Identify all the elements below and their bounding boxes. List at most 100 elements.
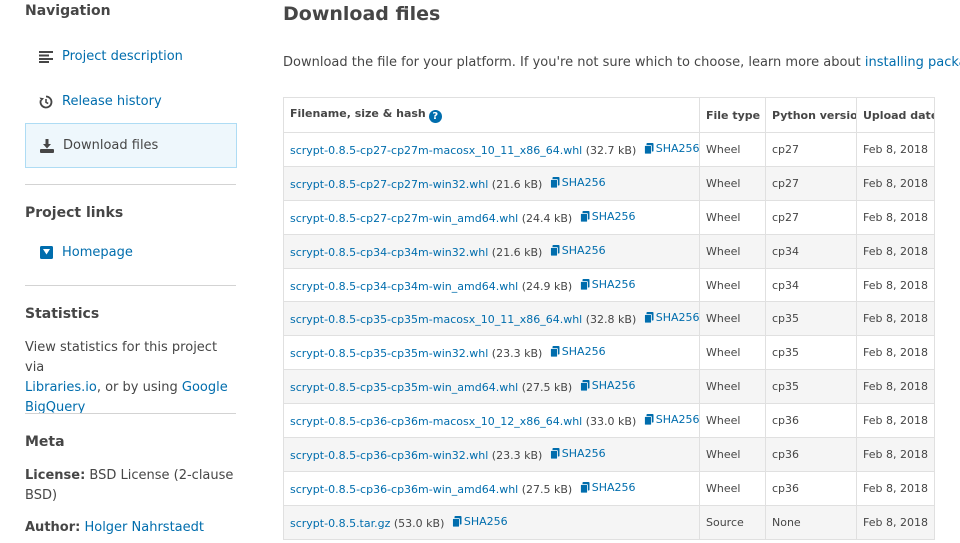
upload-date-cell: Feb 8, 2018 (856, 369, 935, 405)
sha256-label: SHA256 (591, 379, 636, 393)
divider (25, 285, 236, 286)
upload-date-cell: Feb 8, 2018 (856, 437, 935, 472)
sha256-label: SHA256 (463, 514, 508, 528)
sha256-link[interactable]: SHA256 (643, 311, 700, 325)
file-type-cell: Wheel (699, 369, 766, 405)
filename-link[interactable]: scrypt-0.8.5-cp35-cp35m-macosx_10_11_x86… (290, 313, 582, 326)
upload-date-cell: Feb 8, 2018 (856, 403, 935, 439)
sha256-label: SHA256 (655, 413, 700, 427)
column-header-upload-date: Upload date (856, 97, 935, 133)
files-table: Filename, size & hash? File type Python … (283, 97, 935, 540)
table-row: scrypt-0.8.5-cp36-cp36m-win_amd64.whl (2… (283, 470, 935, 506)
homepage-link[interactable]: Homepage (25, 230, 237, 275)
copy-icon (579, 278, 592, 290)
file-type-cell: Wheel (699, 470, 766, 506)
history-icon (38, 94, 54, 110)
license-label: License: (25, 468, 86, 483)
python-version-cell: cp36 (765, 437, 857, 472)
sha256-link[interactable]: SHA256 (579, 379, 636, 393)
table-row: scrypt-0.8.5-cp27-cp27m-win_amd64.whl (2… (283, 199, 935, 235)
filename-link[interactable]: scrypt-0.8.5-cp35-cp35m-win32.whl (290, 347, 488, 360)
intro-body: Download the file for your platform. If … (283, 55, 865, 70)
sha256-label: SHA256 (591, 209, 636, 223)
upload-date-cell: Feb 8, 2018 (856, 335, 935, 371)
filename-cell: scrypt-0.8.5-cp35-cp35m-win_amd64.whl (2… (283, 369, 700, 405)
copy-icon (579, 380, 592, 392)
libraries-io-link[interactable]: Libraries.io (25, 380, 97, 395)
sha256-link[interactable]: SHA256 (579, 278, 636, 291)
upload-date-cell: Feb 8, 2018 (856, 301, 935, 337)
help-icon[interactable]: ? (428, 110, 442, 123)
python-version-cell: None (765, 504, 857, 540)
file-type-cell: Wheel (699, 199, 766, 235)
filename-cell: scrypt-0.8.5-cp34-cp34m-win_amd64.whl (2… (283, 267, 700, 303)
filename-cell: scrypt-0.8.5-cp36-cp36m-macosx_10_12_x86… (283, 403, 700, 439)
python-version-cell: cp34 (765, 267, 857, 303)
installing-packages-link[interactable]: installing packages (865, 55, 960, 70)
filename-link[interactable]: scrypt-0.8.5-cp36-cp36m-win_amd64.whl (290, 483, 518, 496)
navigation-heading: Navigation (25, 3, 111, 19)
filename-link[interactable]: scrypt-0.8.5-cp27-cp27m-win32.whl (290, 178, 488, 191)
file-type-cell: Source (699, 504, 766, 540)
nav-item-project-description[interactable]: Project description (25, 34, 237, 79)
table-row: scrypt-0.8.5.tar.gz (53.0 kB) SHA256 Sour… (283, 504, 935, 540)
sha256-link[interactable]: SHA256 (549, 447, 606, 460)
filename-link[interactable]: scrypt-0.8.5-cp27-cp27m-macosx_10_11_x86… (290, 144, 582, 157)
google-link[interactable]: Google (182, 380, 228, 395)
homepage-label: Homepage (62, 245, 133, 260)
filename-link[interactable]: scrypt-0.8.5-cp34-cp34m-win32.whl (290, 246, 488, 259)
python-version-cell: cp27 (765, 199, 857, 235)
filename-cell: scrypt-0.8.5-cp27-cp27m-win32.whl (21.6 … (283, 165, 700, 201)
copy-icon (549, 346, 562, 358)
statistics-heading: Statistics (25, 306, 100, 322)
copy-icon (549, 447, 562, 459)
statistics-text-2: , or by using (96, 380, 182, 395)
license-value-2: BSD) (25, 488, 58, 503)
copy-icon (451, 515, 464, 527)
sha256-link[interactable]: SHA256 (579, 481, 636, 494)
file-type-cell: Wheel (699, 165, 766, 201)
file-size: (21.6 kB) (491, 245, 543, 259)
sha256-link[interactable]: SHA256 (579, 209, 636, 223)
sha256-link[interactable]: SHA256 (549, 244, 606, 257)
column-header-filename: Filename, size & hash? (283, 97, 700, 133)
nav-item-release-history[interactable]: Release history (25, 79, 237, 124)
table-header-row: Filename, size & hash? File type Python … (283, 97, 935, 133)
filename-link[interactable]: scrypt-0.8.5-cp34-cp34m-win_amd64.whl (290, 280, 518, 293)
table-row: scrypt-0.8.5-cp27-cp27m-macosx_10_11_x86… (283, 132, 935, 167)
license-value: BSD License (2-clause (85, 468, 234, 483)
align-left-icon (38, 49, 54, 65)
author-link[interactable]: Holger Nahrstaedt (84, 520, 204, 535)
copy-icon (643, 312, 656, 324)
license-info: License: BSD License (2-clause BSD) (25, 466, 237, 506)
table-row: scrypt-0.8.5-cp36-cp36m-macosx_10_12_x86… (283, 403, 935, 439)
statistics-text-1: View statistics for this project via (25, 340, 218, 375)
column-header-python-version: Python version (765, 97, 857, 133)
filename-link[interactable]: scrypt-0.8.5-cp27-cp27m-win_amd64.whl (290, 212, 518, 225)
filename-link[interactable]: scrypt-0.8.5-cp36-cp36m-win32.whl (290, 449, 488, 462)
sha256-link[interactable]: SHA256 (643, 413, 700, 427)
column-header-file-type: File type (699, 97, 766, 133)
filename-link[interactable]: scrypt-0.8.5-cp36-cp36m-macosx_10_12_x86… (290, 415, 582, 428)
sha256-link[interactable]: SHA256 (549, 345, 606, 358)
nav-item-label: Project description (62, 49, 183, 64)
nav-item-download-files[interactable]: Download files (25, 123, 237, 168)
python-version-cell: cp35 (765, 301, 857, 337)
filename-link[interactable]: scrypt-0.8.5.tar.gz (290, 517, 390, 530)
file-size: (24.4 kB) (521, 211, 573, 225)
sha256-label: SHA256 (655, 311, 700, 325)
upload-date-cell: Feb 8, 2018 (856, 504, 935, 540)
file-type-cell: Wheel (699, 233, 766, 269)
author-info: Author: Holger Nahrstaedt (25, 518, 237, 538)
filename-link[interactable]: scrypt-0.8.5-cp35-cp35m-win_amd64.whl (290, 381, 518, 394)
table-row: scrypt-0.8.5-cp35-cp35m-win32.whl (23.3 … (283, 335, 935, 371)
file-size: (53.0 kB) (393, 516, 445, 530)
file-type-cell: Wheel (699, 132, 766, 167)
sha256-link[interactable]: SHA256 (549, 176, 606, 189)
sha256-link[interactable]: SHA256 (643, 142, 699, 155)
copy-icon (643, 414, 656, 426)
nav-item-label: Download files (63, 138, 159, 153)
file-type-cell: Wheel (699, 301, 766, 337)
sha256-link[interactable]: SHA256 (451, 514, 508, 528)
copy-icon (579, 210, 592, 222)
